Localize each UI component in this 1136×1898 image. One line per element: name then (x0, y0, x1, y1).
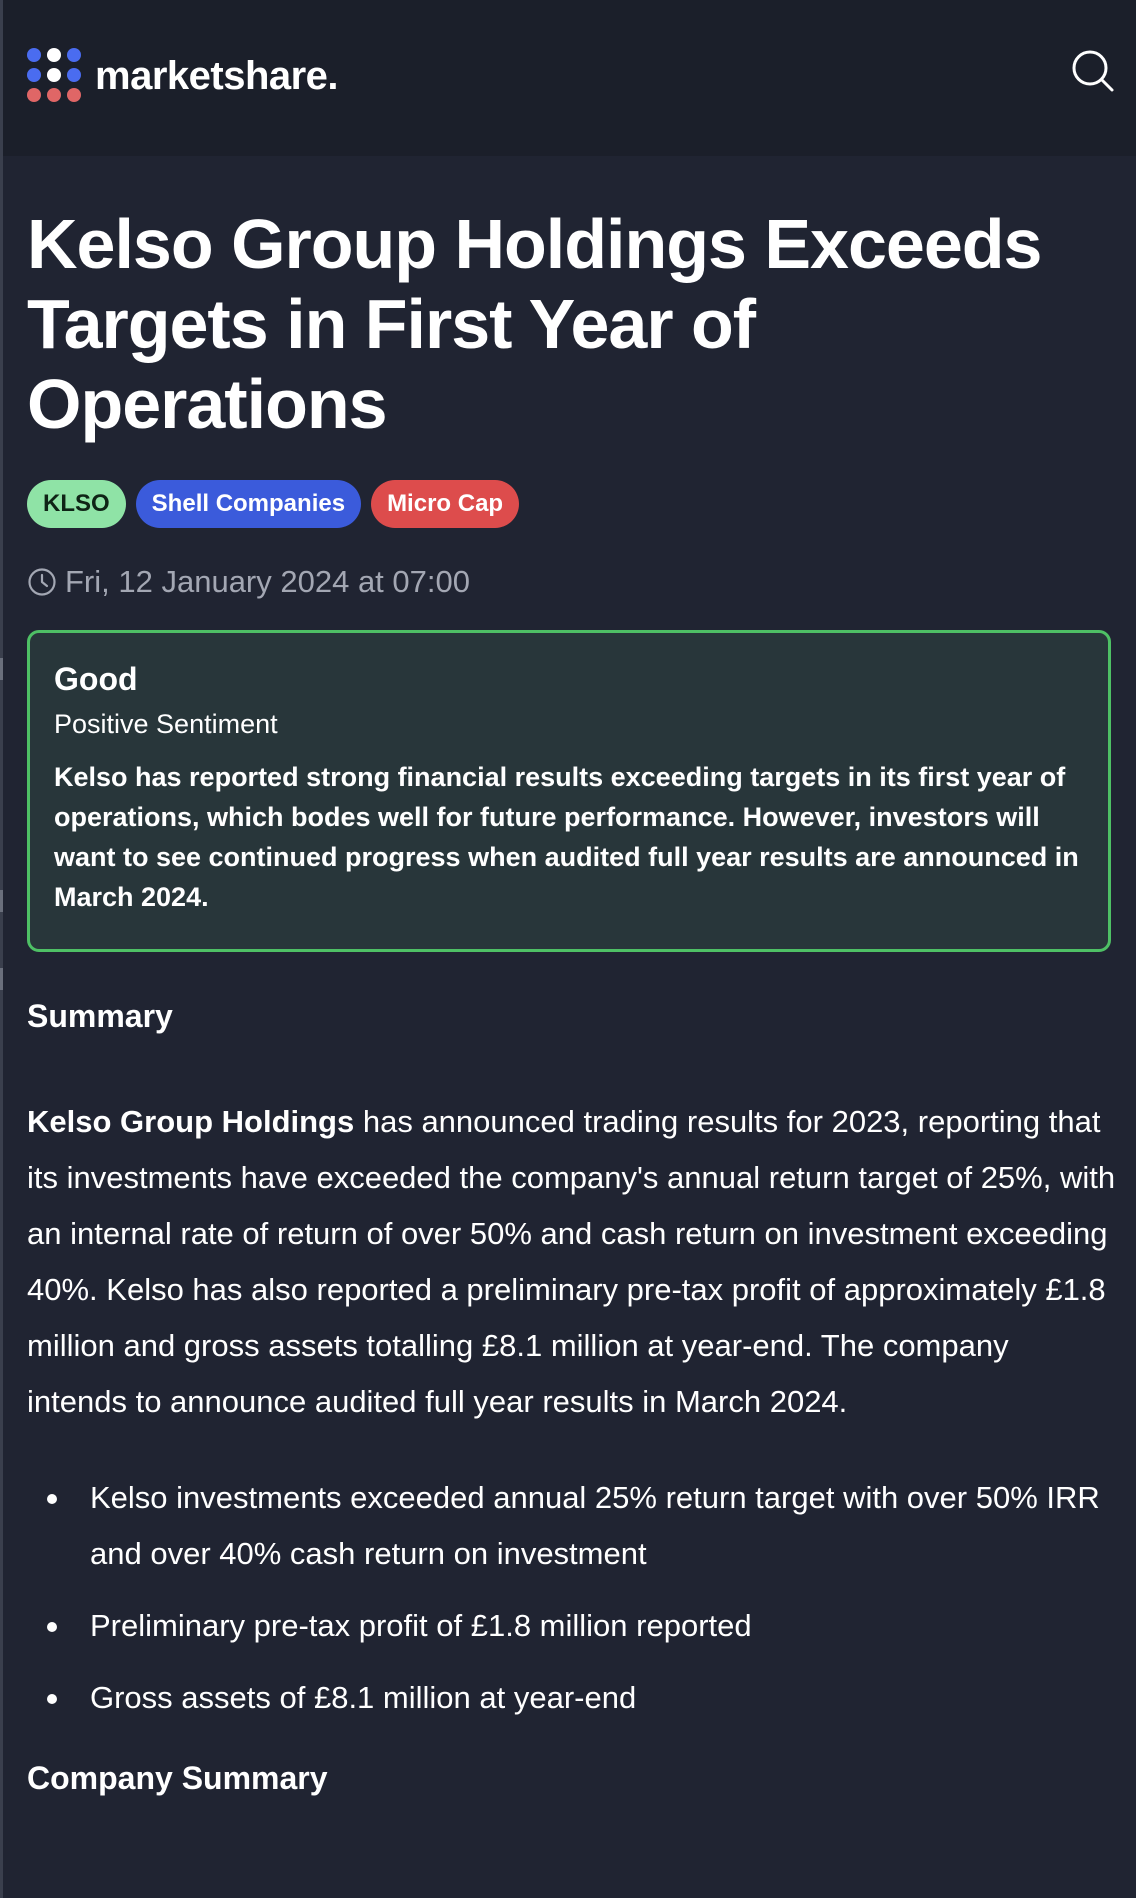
list-item: Kelso investments exceeded annual 25% re… (27, 1470, 1117, 1582)
logo-dot (67, 88, 81, 102)
logo-dot (27, 68, 41, 82)
brand-logo[interactable]: marketshare. (27, 48, 339, 104)
sentiment-card: Good Positive Sentiment Kelso has report… (27, 630, 1111, 952)
publish-date: Fri, 12 January 2024 at 07:00 (27, 564, 1117, 600)
search-icon (1072, 50, 1114, 92)
bullet-dot (47, 1694, 57, 1704)
list-item-text: Preliminary pre-tax profit of £1.8 milli… (90, 1608, 752, 1643)
list-item-text: Gross assets of £8.1 million at year-end (90, 1680, 637, 1715)
sentiment-text: Kelso has reported strong financial resu… (54, 762, 1079, 912)
summary-company-name: Kelso Group Holdings (27, 1104, 355, 1139)
logo-dot (47, 88, 61, 102)
company-summary-heading: Company Summary (27, 1760, 328, 1796)
tag-sector[interactable]: Shell Companies (135, 480, 362, 528)
logo-dot (67, 48, 81, 62)
sentiment-rating: Good (54, 661, 138, 697)
edge-tick (0, 890, 3, 912)
tag-market-cap[interactable]: Micro Cap (371, 480, 520, 528)
logo-dot (47, 68, 61, 82)
article-main: Kelso Group Holdings Exceeds Targets in … (27, 156, 1117, 1825)
list-item-text: Kelso investments exceeded annual 25% re… (90, 1480, 1100, 1571)
logo-dot (27, 48, 41, 62)
edge-tick (0, 968, 3, 990)
sentiment-label: Positive Sentiment (54, 709, 278, 739)
list-item: Gross assets of £8.1 million at year-end (27, 1670, 1117, 1726)
key-points-list: Kelso investments exceeded annual 25% re… (27, 1470, 1117, 1726)
logo-dots-icon (27, 48, 83, 104)
logo-dot (27, 88, 41, 102)
bullet-dot (47, 1622, 57, 1632)
summary-paragraph: Kelso Group Holdings has announced tradi… (27, 1094, 1117, 1430)
summary-body: has announced trading results for 2023, … (27, 1104, 1116, 1419)
left-edge-border (0, 0, 3, 1898)
tag-list: KLSO Shell Companies Micro Cap (27, 480, 1117, 528)
search-button[interactable] (1070, 48, 1118, 96)
list-item: Preliminary pre-tax profit of £1.8 milli… (27, 1598, 1117, 1654)
page-title: Kelso Group Holdings Exceeds Targets in … (27, 205, 1042, 443)
site-header: marketshare. (3, 0, 1136, 156)
publish-date-text: Fri, 12 January 2024 at 07:00 (65, 564, 470, 599)
logo-dot (47, 48, 61, 62)
clock-icon (28, 568, 56, 596)
summary-heading: Summary (27, 998, 173, 1034)
logo-dot (67, 68, 81, 82)
bullet-dot (47, 1494, 57, 1504)
brand-name: marketshare. (95, 54, 339, 98)
tag-ticker[interactable]: KLSO (27, 480, 126, 528)
edge-tick (0, 658, 3, 680)
